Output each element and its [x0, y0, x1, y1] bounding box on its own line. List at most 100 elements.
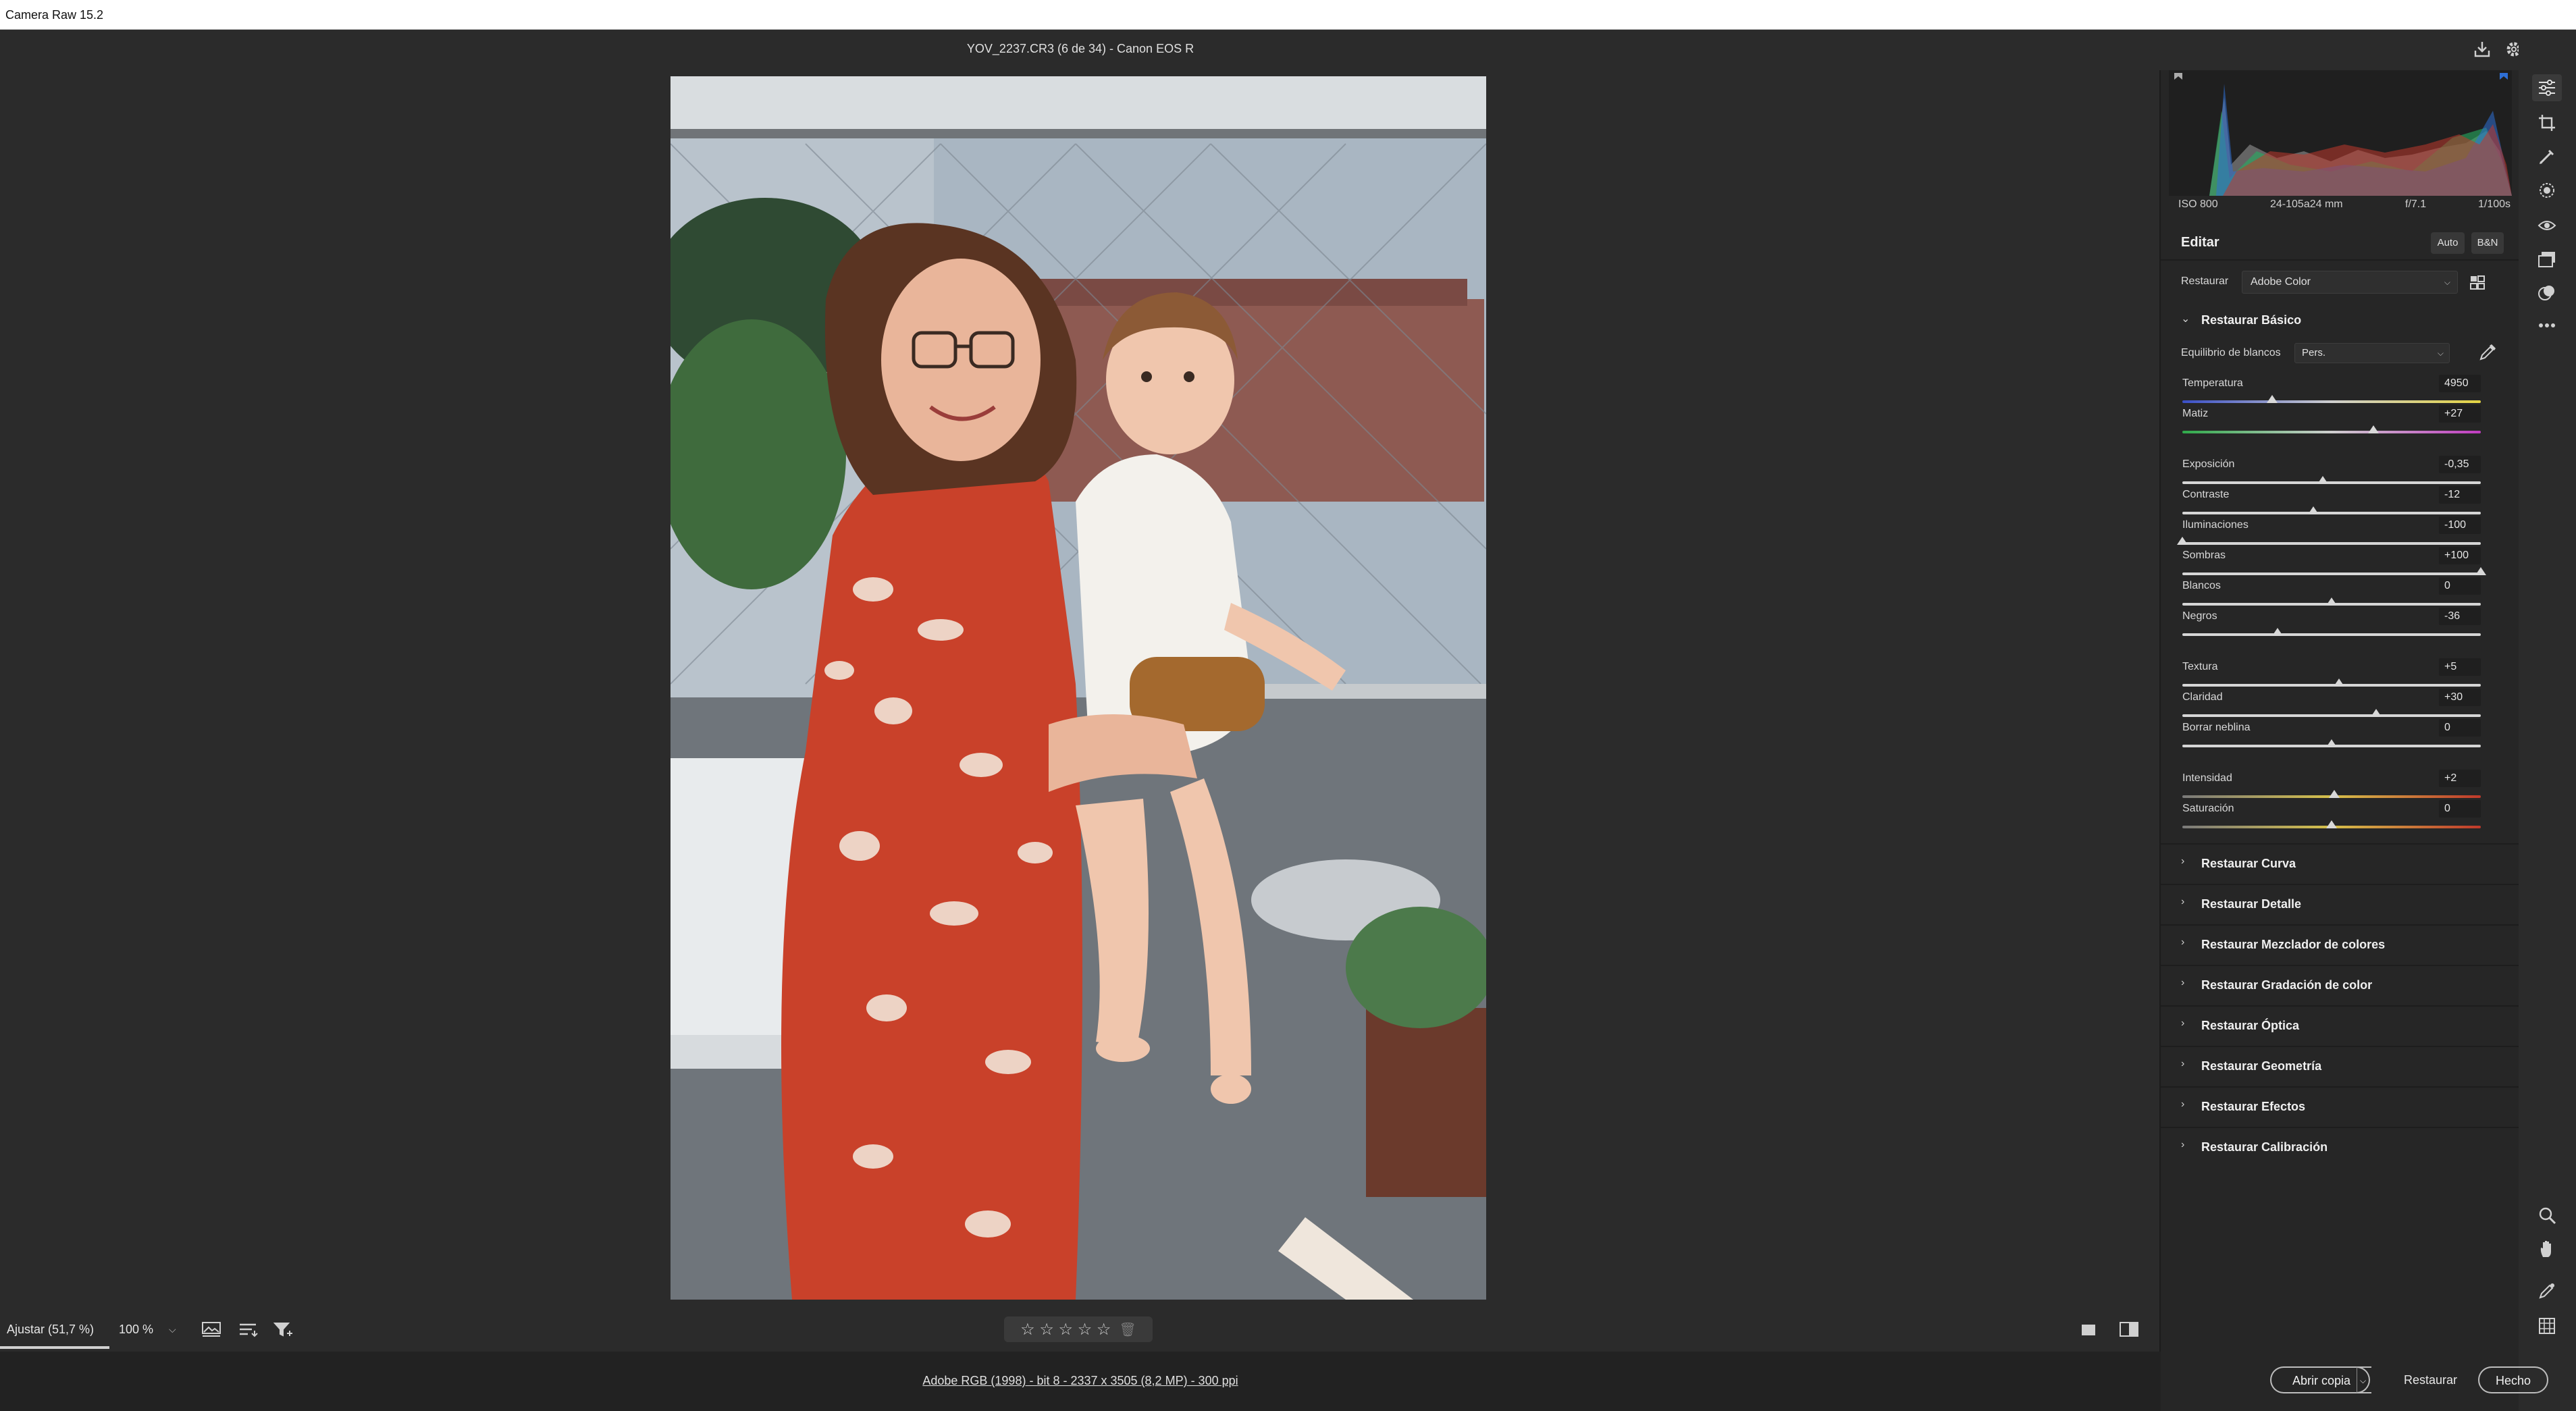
slider-value-field[interactable]: +30 — [2439, 689, 2481, 706]
histogram-graph — [2169, 70, 2512, 196]
slider-track[interactable] — [2182, 573, 2481, 575]
slider-sombras[interactable]: Sombras +100 — [2182, 547, 2486, 581]
healing-brush-icon[interactable] — [2532, 143, 2562, 170]
save-image-icon[interactable] — [2470, 37, 2494, 61]
reject-trash-icon[interactable]: 🗑 — [1119, 1321, 1136, 1338]
profile-select[interactable]: Adobe Color ⌵ — [2242, 271, 2458, 294]
slider-intensidad[interactable]: Intensidad +2 — [2182, 770, 2481, 803]
slider-value-field[interactable]: 0 — [2439, 577, 2481, 595]
section-restaurar-calibracion[interactable]: › Restaurar Calibración — [2161, 1127, 2519, 1166]
slider-negros[interactable]: Negros -36 — [2182, 608, 2481, 641]
sampler-tool-icon[interactable] — [2532, 1277, 2562, 1304]
slider-thumb[interactable] — [2308, 506, 2319, 514]
chevron-right-icon: › — [2181, 855, 2185, 867]
slider-value-field[interactable]: 0 — [2439, 719, 2481, 737]
slider-thumb[interactable] — [2329, 790, 2340, 798]
slider-value-field[interactable]: -0,35 — [2439, 456, 2481, 473]
slider-thumb[interactable] — [2326, 820, 2337, 828]
chevron-down-icon: ⌵ — [2444, 277, 2450, 287]
slider-track[interactable] — [2182, 431, 2481, 433]
snapshots-icon[interactable] — [2532, 246, 2562, 273]
red-eye-icon[interactable] — [2532, 212, 2562, 239]
basic-section-header[interactable]: ⌄ Restaurar Básico — [2161, 301, 2519, 340]
presets-icon[interactable] — [2532, 279, 2562, 307]
slider-exposici-n[interactable]: Exposición -0,35 — [2182, 456, 2481, 489]
slider-value-field[interactable]: 4950 — [2439, 375, 2481, 392]
star-rating[interactable]: ☆ ☆ ☆ ☆ ☆ 🗑 — [1004, 1316, 1153, 1342]
masking-icon[interactable] — [2532, 177, 2562, 204]
zoom-fit-button[interactable]: Ajustar (51,7 %) — [0, 1310, 109, 1349]
zoom-percent-button[interactable]: 100 % — [115, 1310, 189, 1349]
section-restaurar-detalle[interactable]: › Restaurar Detalle — [2161, 884, 2519, 923]
zoom-tool-icon[interactable] — [2532, 1202, 2562, 1229]
grid-overlay-icon[interactable] — [2532, 1312, 2562, 1339]
slider-track[interactable] — [2182, 512, 2481, 514]
image-viewer[interactable] — [0, 70, 2161, 1310]
workflow-options-link[interactable]: Adobe RGB (1998) - bit 8 - 2337 x 3505 (… — [0, 1374, 2161, 1388]
done-button[interactable]: Hecho — [2478, 1366, 2548, 1393]
slider-track[interactable] — [2182, 481, 2481, 484]
slider-value-field[interactable]: 0 — [2439, 800, 2481, 818]
filmstrip-toggle-icon[interactable] — [200, 1319, 223, 1339]
slider-blancos[interactable]: Blancos 0 — [2182, 577, 2481, 611]
crop-icon[interactable] — [2532, 109, 2562, 136]
before-after-view-icon[interactable] — [2118, 1319, 2140, 1339]
slider-thumb[interactable] — [2371, 709, 2382, 717]
slider-borrar-neblina[interactable]: Borrar neblina 0 — [2182, 719, 2481, 753]
slider-thumb[interactable] — [2367, 425, 2379, 433]
white-balance-select[interactable]: Pers. ⌵ — [2294, 343, 2450, 363]
slider-value-field[interactable]: -100 — [2439, 516, 2481, 534]
eyedropper-icon[interactable] — [2478, 343, 2497, 365]
lens-label: 24-105a24 mm — [2270, 198, 2343, 210]
slider-track[interactable] — [2182, 684, 2481, 687]
slider-temperatura[interactable]: Temperatura 4950 — [2182, 375, 2481, 408]
slider-saturaci-n[interactable]: Saturación 0 — [2182, 800, 2481, 834]
slider-textura[interactable]: Textura +5 — [2182, 658, 2481, 692]
slider-track[interactable] — [2182, 542, 2481, 545]
slider-value-field[interactable]: -12 — [2439, 486, 2481, 504]
slider-value-field[interactable]: +5 — [2439, 658, 2481, 676]
slider-matiz[interactable]: Matiz +27 — [2182, 405, 2481, 439]
single-view-icon[interactable] — [2077, 1319, 2100, 1339]
section-restaurar-efectos[interactable]: › Restaurar Efectos — [2161, 1086, 2519, 1125]
zoom-dropdown-chevron-icon[interactable]: ⌵ — [169, 1310, 176, 1349]
hand-tool-icon[interactable] — [2532, 1235, 2562, 1262]
slider-thumb[interactable] — [2317, 476, 2328, 484]
photo-preview[interactable] — [671, 76, 1486, 1300]
section-restaurar-mezclador-de-colores[interactable]: › Restaurar Mezclador de colores — [2161, 924, 2519, 963]
slider-thumb[interactable] — [2475, 567, 2486, 575]
slider-value-field[interactable]: -36 — [2439, 608, 2481, 625]
slider-track[interactable] — [2182, 400, 2481, 403]
filter-icon[interactable] — [272, 1319, 295, 1339]
section-restaurar-curva[interactable]: › Restaurar Curva — [2161, 843, 2519, 882]
profile-browser-icon[interactable] — [2470, 275, 2486, 294]
slider-track[interactable] — [2182, 714, 2481, 717]
section-restaurar-geometria[interactable]: › Restaurar Geometría — [2161, 1046, 2519, 1085]
slider-thumb[interactable] — [2326, 739, 2337, 747]
black-white-button[interactable]: B&N — [2471, 232, 2504, 254]
slider-track[interactable] — [2182, 633, 2481, 636]
auto-button[interactable]: Auto — [2431, 232, 2465, 254]
more-options-icon[interactable] — [2532, 312, 2562, 339]
slider-thumb[interactable] — [2272, 628, 2284, 636]
slider-value-field[interactable]: +27 — [2439, 405, 2481, 423]
slider-label: Matiz — [2182, 408, 2209, 419]
section-restaurar-optica[interactable]: › Restaurar Óptica — [2161, 1005, 2519, 1044]
slider-label: Blancos — [2182, 580, 2221, 591]
slider-claridad[interactable]: Claridad +30 — [2182, 689, 2481, 722]
section-restaurar-gradacion-de-color[interactable]: › Restaurar Gradación de color — [2161, 965, 2519, 1004]
slider-thumb[interactable] — [2326, 597, 2337, 606]
chevron-down-icon: ⌄ — [2181, 313, 2190, 325]
sort-icon[interactable] — [237, 1319, 260, 1339]
slider-thumb[interactable] — [2177, 537, 2188, 545]
camera-info: ISO 800 24-105a24 mm f/7.1 1/100s — [2169, 198, 2512, 219]
slider-thumb[interactable] — [2266, 395, 2278, 403]
slider-contraste[interactable]: Contraste -12 — [2182, 486, 2481, 520]
slider-value-field[interactable]: +2 — [2439, 770, 2481, 787]
rating-stars[interactable]: ☆ ☆ ☆ ☆ ☆ — [1020, 1320, 1111, 1339]
slider-value-field[interactable]: +100 — [2439, 547, 2481, 564]
edit-sliders-icon[interactable] — [2532, 74, 2562, 101]
reset-button[interactable]: Restaurar — [2404, 1373, 2457, 1387]
slider-thumb[interactable] — [2334, 678, 2345, 687]
slider-iluminaciones[interactable]: Iluminaciones -100 — [2177, 516, 2481, 550]
